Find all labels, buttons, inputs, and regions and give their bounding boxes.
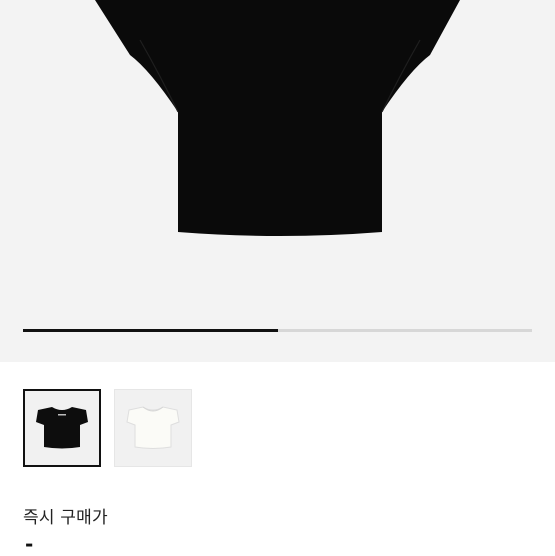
instant-buy-price-label: 즉시 구매가 [23, 508, 108, 528]
slide-progress-fill [23, 329, 278, 332]
slide-progress-bar [23, 329, 532, 332]
black-tshirt-product-icon [95, 0, 460, 236]
instant-buy-price-value: - [25, 532, 34, 556]
product-image-gallery[interactable] [0, 0, 555, 362]
thumbnail-black[interactable] [23, 389, 101, 467]
black-tshirt-icon [36, 407, 88, 449]
white-tshirt-icon [126, 406, 180, 449]
color-thumbnail-list [23, 389, 192, 467]
thumbnail-white[interactable] [114, 389, 192, 467]
